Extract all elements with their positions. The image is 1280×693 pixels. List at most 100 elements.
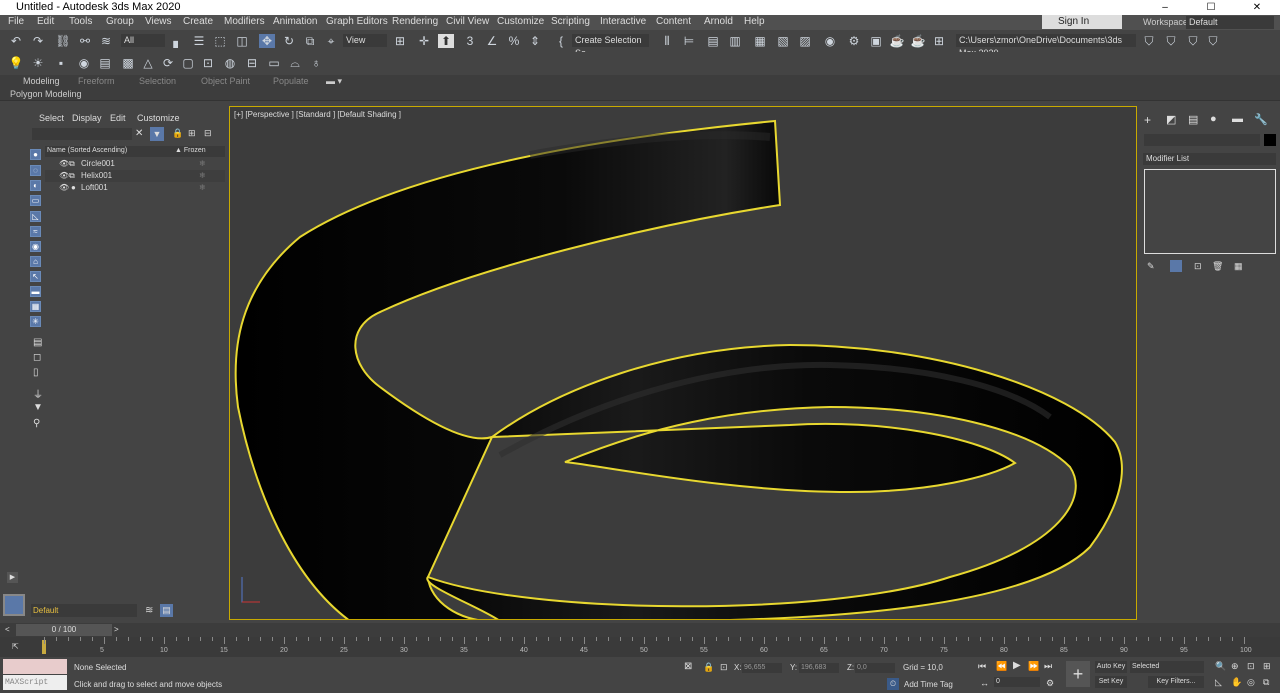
perspective-viewport[interactable]: [+] [Perspective ] [Standard ] [Default …: [229, 106, 1137, 620]
menu-content[interactable]: Content: [656, 16, 691, 27]
channel-info-icon[interactable]: ⊟: [244, 56, 260, 70]
filter-funnel-icon[interactable]: ⏚: [33, 386, 43, 401]
menu-graph-editors[interactable]: Graph Editors: [326, 16, 388, 27]
menu-modifiers[interactable]: Modifiers: [224, 16, 265, 27]
tab-freeform[interactable]: Freeform: [78, 76, 115, 86]
maxscript-listener[interactable]: [3, 659, 67, 674]
previous-key-icon[interactable]: ⏪: [996, 661, 1007, 672]
render-setup-icon[interactable]: ⚙: [846, 34, 862, 48]
snapshot-icon[interactable]: ▪: [53, 56, 69, 70]
z-coordinate-field[interactable]: 0,0: [855, 663, 895, 673]
spinner-snap-icon[interactable]: ⇕: [527, 34, 543, 48]
zoom-all-icon[interactable]: ⊕: [1231, 661, 1239, 672]
ribbon-options-icon[interactable]: ▬ ▾: [326, 76, 342, 87]
menu-help[interactable]: Help: [744, 16, 765, 27]
display-containers-icon[interactable]: ▦: [30, 301, 41, 312]
material-editor-icon[interactable]: ◉: [822, 34, 838, 48]
grid-icon[interactable]: ▩: [120, 56, 136, 70]
display-frozen-icon[interactable]: ✳: [30, 316, 41, 327]
rect-selection-icon[interactable]: ⬚: [212, 34, 228, 48]
key-filters-button[interactable]: Key Filters...: [1148, 676, 1204, 688]
helix-loft-object[interactable]: [230, 107, 1137, 620]
eye-icon[interactable]: 👁: [59, 158, 69, 170]
sun-icon[interactable]: ☀: [30, 56, 46, 70]
modify-tab-icon[interactable]: ◩: [1166, 113, 1176, 126]
light-bulb-icon[interactable]: 💡: [8, 56, 24, 70]
menu-edit[interactable]: Edit: [37, 16, 54, 27]
maximize-viewport-icon[interactable]: ⧉: [1263, 677, 1269, 688]
display-lights-icon[interactable]: ▭: [30, 195, 41, 206]
redo-icon[interactable]: ↷: [30, 34, 46, 48]
menu-group[interactable]: Group: [106, 16, 134, 27]
time-tag-icon[interactable]: ⏲: [887, 678, 899, 690]
mirror-icon[interactable]: ⫴: [659, 34, 675, 48]
key-mode-icon[interactable]: ↔: [980, 678, 989, 688]
object-name-field[interactable]: [1144, 134, 1260, 146]
project-path-dropdown[interactable]: C:\Users\zmor\OneDrive\Documents\3ds Max…: [956, 34, 1136, 58]
display-hidden-icon[interactable]: ▤: [33, 337, 42, 348]
next-key-icon[interactable]: ⏩: [1028, 661, 1039, 672]
tab-object-paint[interactable]: Object Paint: [201, 76, 250, 86]
close-button[interactable]: ✕: [1234, 0, 1280, 15]
explorer-menu-display[interactable]: Display: [72, 113, 102, 123]
display-spacewarps-icon[interactable]: ◉: [30, 241, 41, 252]
display-helpers-icon[interactable]: ≈: [30, 226, 41, 237]
menu-create[interactable]: Create: [183, 16, 213, 27]
pan-icon[interactable]: ✋: [1231, 677, 1242, 688]
box-icon[interactable]: ▢: [180, 56, 196, 70]
place-icon[interactable]: ⌖: [323, 34, 339, 48]
align-icon[interactable]: ⊨: [681, 34, 697, 48]
window-crossing-icon[interactable]: ◫: [234, 34, 250, 48]
scene-explorer-button[interactable]: [3, 594, 25, 616]
filter-icon[interactable]: ▼: [150, 127, 164, 141]
table-icon[interactable]: ▤: [97, 56, 113, 70]
display-shapes-icon[interactable]: ◐: [30, 180, 41, 191]
angle-snap-icon[interactable]: ∠: [484, 34, 500, 48]
column-frozen-header[interactable]: ▲ Frozen: [175, 147, 206, 154]
tree-row[interactable]: 👁 ● Loft001 ❄: [45, 182, 225, 194]
menu-views[interactable]: Views: [145, 16, 172, 27]
orbit-icon[interactable]: ◎: [1247, 677, 1255, 688]
layer-dropdown[interactable]: Default: [31, 604, 137, 617]
percent-snap-icon[interactable]: %: [506, 34, 522, 48]
time-config-icon[interactable]: ⚙: [1046, 678, 1054, 689]
pivot-center-icon[interactable]: ⊞: [392, 34, 408, 48]
set-key-icon[interactable]: +: [1066, 661, 1090, 687]
render-activeshade-icon[interactable]: ☕: [910, 34, 926, 48]
rendered-frame-window-icon[interactable]: ▣: [868, 34, 884, 48]
configure-modifier-sets-icon[interactable]: ▦: [1234, 261, 1243, 272]
display-tab-icon[interactable]: ▬: [1232, 113, 1243, 125]
polygon-modeling-label[interactable]: Polygon Modeling: [10, 89, 82, 99]
options-icon[interactable]: ⚲: [33, 418, 40, 429]
snaps-toggle-icon[interactable]: 3: [462, 34, 478, 48]
display-cameras-icon[interactable]: ◺: [30, 211, 41, 222]
frozen-icon[interactable]: ❄: [199, 158, 206, 170]
menu-animation[interactable]: Animation: [273, 16, 317, 27]
named-selection-icon[interactable]: {: [553, 34, 569, 48]
frame-icon[interactable]: ⊡: [200, 56, 216, 70]
clear-search-icon[interactable]: ✕: [135, 128, 143, 139]
eye-icon[interactable]: 👁: [59, 170, 69, 182]
go-to-end-icon[interactable]: ⏭: [1044, 661, 1052, 672]
display-all-icon[interactable]: ●: [30, 149, 41, 160]
show-end-result-icon[interactable]: [1170, 260, 1182, 272]
set-key-button[interactable]: Set Key: [1095, 676, 1127, 688]
create-tab-icon[interactable]: +: [1144, 113, 1151, 127]
menu-arnold[interactable]: Arnold: [704, 16, 733, 27]
time-slider[interactable]: 0 / 100: [16, 624, 112, 636]
next-frame-icon[interactable]: >: [114, 625, 119, 634]
hierarchy-icon[interactable]: ⊞: [188, 128, 196, 139]
select-manipulate-icon[interactable]: ✛: [416, 34, 432, 48]
keyboard-shortcut-toggle-icon[interactable]: ⬆: [438, 34, 454, 48]
prev-frame-icon[interactable]: <: [5, 625, 10, 634]
menu-rendering[interactable]: Rendering: [392, 16, 438, 27]
zoom-extents-icon[interactable]: ⊡: [1247, 661, 1255, 672]
undo-icon[interactable]: ↶: [8, 34, 24, 48]
pin-icon[interactable]: ♁: [308, 56, 324, 70]
track-bar[interactable]: ⇱ 5 10 15 20 25 30 35 40 45 50 55 60 65 70 75 80 85 90 95 1…: [0, 637, 1280, 657]
selection-filter-icon[interactable]: ▼: [33, 402, 43, 413]
track-bar-toggle-icon[interactable]: ⇱: [12, 642, 19, 651]
render-in-cloud-icon[interactable]: ⊞: [931, 34, 947, 48]
workspaces-dropdown[interactable]: Default: [1186, 16, 1274, 29]
explorer-menu-edit[interactable]: Edit: [110, 113, 126, 123]
